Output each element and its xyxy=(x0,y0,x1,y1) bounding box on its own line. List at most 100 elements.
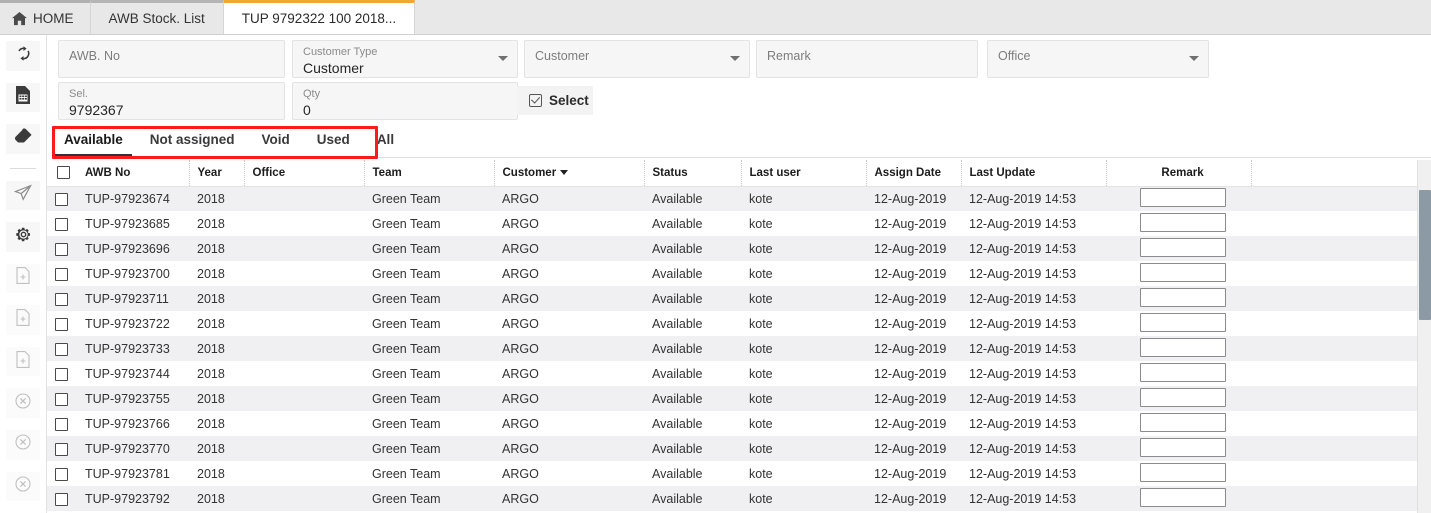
table-row[interactable]: TUP-97923711 2018 Green Team ARGO Available k… xyxy=(47,286,1418,311)
remark-input[interactable] xyxy=(1139,187,1226,207)
select-all-checkbox[interactable] xyxy=(57,166,70,180)
row-checkbox[interactable] xyxy=(55,417,68,431)
new-file-icon-button-3[interactable] xyxy=(6,346,40,377)
table-row[interactable]: TUP-97923722 2018 Green Team ARGO Available k… xyxy=(47,311,1418,336)
remark-input[interactable] xyxy=(1139,437,1226,457)
subtab-not-assigned[interactable]: Not assigned xyxy=(141,132,244,157)
qty-field[interactable]: Qty 0 xyxy=(292,82,518,120)
row-checkbox[interactable] xyxy=(55,242,68,256)
select-button[interactable]: Select xyxy=(517,86,593,115)
sel-field[interactable]: Sel. 9792367 xyxy=(58,82,285,120)
remark-input[interactable] xyxy=(1139,337,1226,357)
column-header-team[interactable]: Team xyxy=(364,160,495,187)
table-row[interactable]: TUP-97923696 2018 Green Team ARGO Available k… xyxy=(47,236,1418,261)
table-row[interactable]: TUP-97923792 2018 Green Team ARGO Available k… xyxy=(47,486,1418,511)
column-header-last-user[interactable]: Last user xyxy=(741,160,867,187)
cell-remark[interactable] xyxy=(1106,486,1251,511)
chevron-down-icon[interactable] xyxy=(498,56,508,61)
eraser-icon-button[interactable] xyxy=(6,124,40,154)
table-vertical-scrollbar[interactable] xyxy=(1417,160,1431,513)
remark-input[interactable] xyxy=(1139,462,1226,482)
column-header-last-update[interactable]: Last Update xyxy=(961,160,1107,187)
new-file-icon-button-1[interactable] xyxy=(6,263,40,294)
subtab-all[interactable]: All xyxy=(368,132,403,157)
row-checkbox[interactable] xyxy=(55,267,68,281)
remark-input[interactable] xyxy=(1139,262,1226,282)
remark-input[interactable] xyxy=(1139,362,1226,382)
select-all-header[interactable] xyxy=(47,160,77,187)
remark-input[interactable] xyxy=(1139,237,1226,257)
remark-input[interactable] xyxy=(1139,212,1226,232)
column-header-status[interactable]: Status xyxy=(644,160,742,187)
awb-no-field[interactable]: AWB. No xyxy=(58,40,285,78)
remark-input[interactable] xyxy=(1139,487,1226,507)
column-header-awb-no[interactable]: AWB No xyxy=(77,160,190,187)
table-row[interactable]: TUP-97923700 2018 Green Team ARGO Available k… xyxy=(47,261,1418,286)
row-checkbox[interactable] xyxy=(55,292,68,306)
table-row[interactable]: TUP-97923770 2018 Green Team ARGO Available k… xyxy=(47,436,1418,461)
cell-remark[interactable] xyxy=(1106,186,1251,211)
row-checkbox-cell[interactable] xyxy=(47,211,77,236)
refresh-icon-button[interactable] xyxy=(6,41,40,71)
row-checkbox-cell[interactable] xyxy=(47,486,77,511)
cell-remark[interactable] xyxy=(1106,386,1251,411)
row-checkbox-cell[interactable] xyxy=(47,436,77,461)
table-row[interactable]: TUP-97923674 2018 Green Team ARGO Available k… xyxy=(47,186,1418,211)
row-checkbox[interactable] xyxy=(55,492,68,506)
table-row[interactable]: TUP-97923733 2018 Green Team ARGO Available k… xyxy=(47,336,1418,361)
customer-select[interactable]: Customer xyxy=(524,40,750,78)
cell-remark[interactable] xyxy=(1106,286,1251,311)
subtab-used[interactable]: Used xyxy=(308,132,359,157)
settings-gear-icon-button[interactable] xyxy=(6,222,40,252)
cancel-circle-icon-button-3[interactable] xyxy=(6,471,40,502)
cancel-circle-icon-button-2[interactable] xyxy=(6,429,40,460)
table-row[interactable]: TUP-97923755 2018 Green Team ARGO Available k… xyxy=(47,386,1418,411)
row-checkbox[interactable] xyxy=(55,467,68,481)
row-checkbox-cell[interactable] xyxy=(47,411,77,436)
row-checkbox-cell[interactable] xyxy=(47,461,77,486)
table-scrollbar-thumb[interactable] xyxy=(1419,190,1431,320)
send-icon-button[interactable] xyxy=(6,180,40,211)
tab-awb-stock-list[interactable]: AWB Stock. List xyxy=(90,0,224,34)
chevron-down-icon[interactable] xyxy=(730,56,740,61)
cell-remark[interactable] xyxy=(1106,361,1251,386)
subtab-available[interactable]: Available xyxy=(55,132,132,157)
row-checkbox[interactable] xyxy=(55,317,68,331)
cell-remark[interactable] xyxy=(1106,211,1251,236)
cell-remark[interactable] xyxy=(1106,236,1251,261)
column-header-assign-date[interactable]: Assign Date xyxy=(866,160,962,187)
tab-home[interactable]: HOME xyxy=(0,0,91,34)
cell-remark[interactable] xyxy=(1106,436,1251,461)
remark-input[interactable] xyxy=(1139,412,1226,432)
row-checkbox[interactable] xyxy=(55,192,68,206)
remark-input[interactable] xyxy=(1139,312,1226,332)
remark-input[interactable] xyxy=(1139,287,1226,307)
column-header-remark[interactable]: Remark xyxy=(1106,160,1252,187)
chevron-down-icon[interactable] xyxy=(1189,56,1199,61)
column-header-customer[interactable]: Customer xyxy=(494,160,645,187)
remark-field[interactable]: Remark xyxy=(756,40,978,78)
row-checkbox-cell[interactable] xyxy=(47,236,77,261)
cell-remark[interactable] xyxy=(1106,311,1251,336)
row-checkbox[interactable] xyxy=(55,217,68,231)
cell-remark[interactable] xyxy=(1106,461,1251,486)
table-row[interactable]: TUP-97923744 2018 Green Team ARGO Available k… xyxy=(47,361,1418,386)
column-header-year[interactable]: Year xyxy=(189,160,245,187)
cell-remark[interactable] xyxy=(1106,411,1251,436)
table-row[interactable]: TUP-97923781 2018 Green Team ARGO Available k… xyxy=(47,461,1418,486)
table-row[interactable]: TUP-97923766 2018 Green Team ARGO Available k… xyxy=(47,411,1418,436)
row-checkbox[interactable] xyxy=(55,442,68,456)
row-checkbox[interactable] xyxy=(55,392,68,406)
cell-remark[interactable] xyxy=(1106,336,1251,361)
row-checkbox-cell[interactable] xyxy=(47,311,77,336)
row-checkbox-cell[interactable] xyxy=(47,361,77,386)
office-select[interactable]: Office xyxy=(987,40,1209,78)
row-checkbox-cell[interactable] xyxy=(47,261,77,286)
row-checkbox-cell[interactable] xyxy=(47,386,77,411)
customer-type-select[interactable]: Customer Type Customer xyxy=(292,40,518,78)
row-checkbox-cell[interactable] xyxy=(47,286,77,311)
row-checkbox-cell[interactable] xyxy=(47,186,77,211)
table-row[interactable]: TUP-97923685 2018 Green Team ARGO Available k… xyxy=(47,211,1418,236)
cell-remark[interactable] xyxy=(1106,261,1251,286)
cancel-circle-icon-button-1[interactable] xyxy=(6,388,40,418)
